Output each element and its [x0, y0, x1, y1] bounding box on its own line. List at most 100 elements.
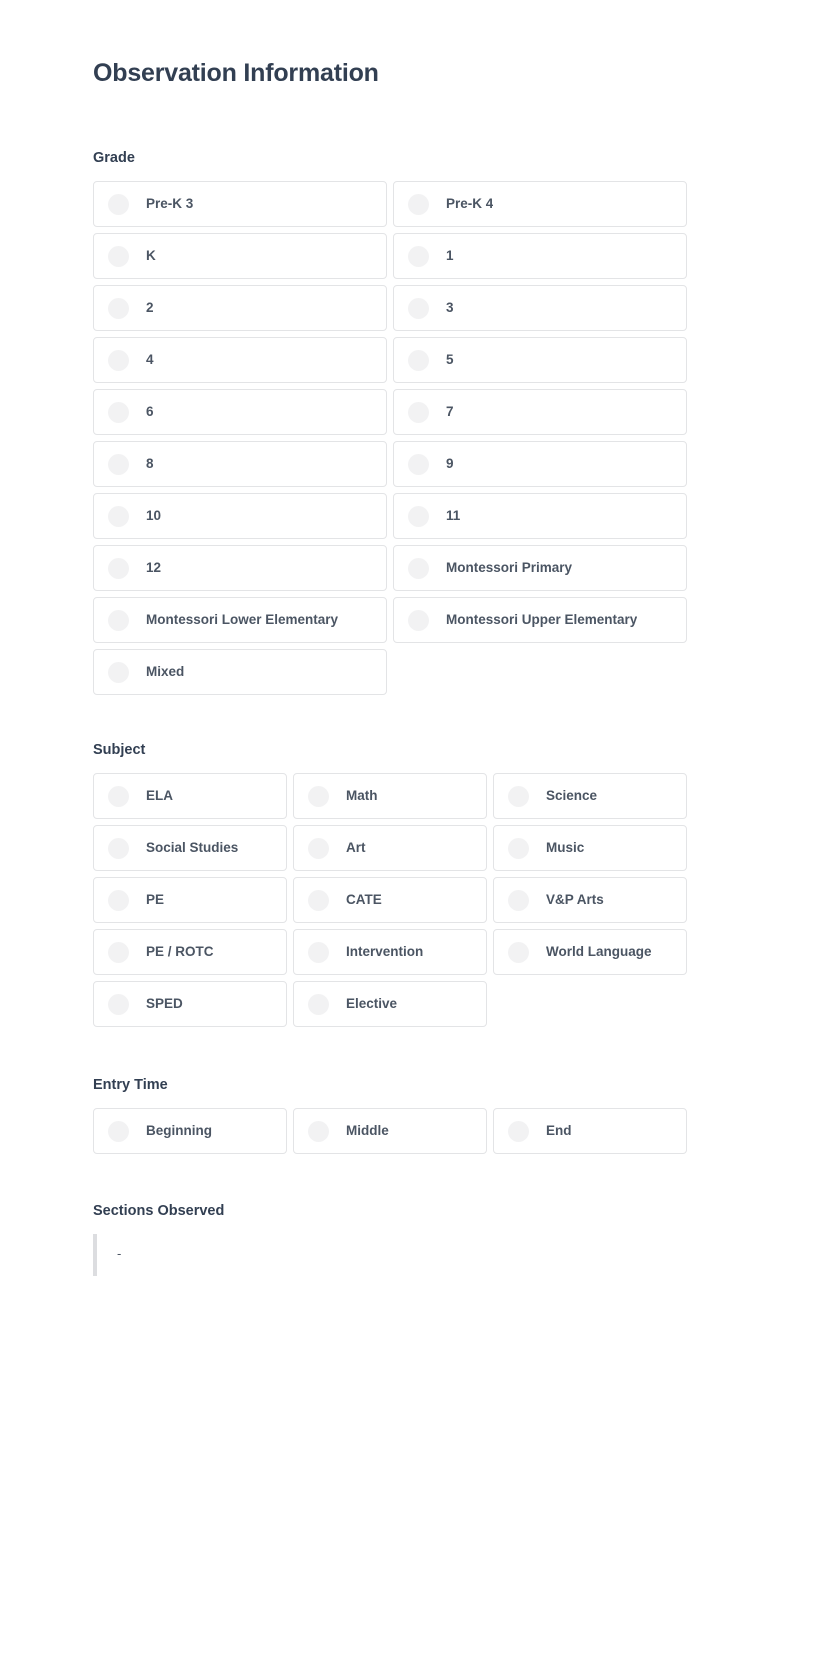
- page-content: Observation Information Grade Pre-K 3 Pre…: [93, 0, 687, 1276]
- grade-option[interactable]: 7: [393, 389, 687, 435]
- radio-icon[interactable]: [108, 1120, 129, 1142]
- subject-option-label: Math: [346, 788, 378, 803]
- radio-icon[interactable]: [108, 609, 129, 631]
- sections-observed-section: Sections Observed -: [93, 1201, 687, 1276]
- radio-icon[interactable]: [108, 837, 129, 859]
- radio-icon[interactable]: [108, 785, 129, 807]
- subject-option[interactable]: Science: [493, 773, 687, 819]
- subject-option[interactable]: CATE: [293, 877, 487, 923]
- grade-option-label: 6: [146, 404, 154, 419]
- radio-icon[interactable]: [308, 993, 329, 1015]
- entry-time-option[interactable]: Middle: [293, 1108, 487, 1154]
- subject-option-label: Art: [346, 840, 366, 855]
- grade-option[interactable]: Pre-K 3: [93, 181, 387, 227]
- radio-icon[interactable]: [108, 941, 129, 963]
- radio-icon[interactable]: [408, 401, 429, 423]
- subject-option-label: World Language: [546, 944, 652, 959]
- subject-option[interactable]: Music: [493, 825, 687, 871]
- subject-option[interactable]: ELA: [93, 773, 287, 819]
- radio-icon[interactable]: [108, 505, 129, 527]
- radio-icon[interactable]: [108, 661, 129, 683]
- radio-icon[interactable]: [408, 245, 429, 267]
- radio-icon[interactable]: [108, 889, 129, 911]
- entry-time-option[interactable]: Beginning: [93, 1108, 287, 1154]
- subject-option[interactable]: Math: [293, 773, 487, 819]
- grade-option[interactable]: 4: [93, 337, 387, 383]
- radio-icon[interactable]: [408, 297, 429, 319]
- grade-option[interactable]: 6: [93, 389, 387, 435]
- sections-observed-quote: -: [93, 1234, 687, 1276]
- grade-option[interactable]: Montessori Lower Elementary: [93, 597, 387, 643]
- subject-section-label: Subject: [93, 742, 146, 758]
- subject-option[interactable]: Elective: [293, 981, 487, 1027]
- subject-option[interactable]: V&P Arts: [493, 877, 687, 923]
- grade-option[interactable]: 10: [93, 493, 387, 539]
- grade-option-label: 9: [446, 456, 454, 471]
- radio-icon[interactable]: [308, 889, 329, 911]
- sections-observed-value: -: [117, 1246, 122, 1261]
- radio-icon[interactable]: [108, 349, 129, 371]
- grade-option-label: Pre-K 4: [446, 196, 494, 211]
- grade-option-label: 11: [446, 508, 461, 523]
- grade-option-label: 1: [446, 248, 454, 263]
- grade-option[interactable]: 3: [393, 285, 687, 331]
- radio-icon[interactable]: [108, 297, 129, 319]
- radio-icon[interactable]: [508, 1120, 529, 1142]
- radio-icon[interactable]: [108, 193, 129, 215]
- radio-icon[interactable]: [508, 785, 529, 807]
- radio-icon[interactable]: [108, 245, 129, 267]
- radio-icon[interactable]: [408, 609, 429, 631]
- grade-option-label: 5: [446, 352, 454, 367]
- grade-option-label: 12: [146, 560, 162, 575]
- grade-section-label: Grade: [93, 150, 135, 166]
- subject-option[interactable]: PE: [93, 877, 287, 923]
- grade-option-label: 7: [446, 404, 454, 419]
- radio-icon[interactable]: [308, 837, 329, 859]
- grade-option[interactable]: 9: [393, 441, 687, 487]
- grade-option-label: 8: [146, 456, 154, 471]
- grade-option[interactable]: Pre-K 4: [393, 181, 687, 227]
- grade-option-label: 3: [446, 300, 454, 315]
- radio-icon[interactable]: [308, 941, 329, 963]
- grade-option[interactable]: 12: [93, 545, 387, 591]
- radio-icon[interactable]: [308, 785, 329, 807]
- grade-option[interactable]: 2: [93, 285, 387, 331]
- entry-time-option-label: Middle: [346, 1123, 389, 1138]
- radio-icon[interactable]: [308, 1120, 329, 1142]
- subject-option-label: Intervention: [346, 944, 424, 959]
- subject-option[interactable]: World Language: [493, 929, 687, 975]
- grade-option[interactable]: 11: [393, 493, 687, 539]
- grade-option[interactable]: Montessori Upper Elementary: [393, 597, 687, 643]
- subject-option[interactable]: Art: [293, 825, 487, 871]
- grade-option[interactable]: 8: [93, 441, 387, 487]
- radio-icon[interactable]: [508, 941, 529, 963]
- grade-option-label: K: [146, 248, 156, 263]
- subject-option-label: Elective: [346, 996, 398, 1011]
- grade-option[interactable]: Mixed: [93, 649, 387, 695]
- radio-icon[interactable]: [408, 505, 429, 527]
- radio-icon[interactable]: [408, 453, 429, 475]
- entry-time-option[interactable]: End: [493, 1108, 687, 1154]
- subject-option[interactable]: PE / ROTC: [93, 929, 287, 975]
- subject-option-label: V&P Arts: [546, 892, 604, 907]
- grade-option[interactable]: 1: [393, 233, 687, 279]
- subject-option[interactable]: Intervention: [293, 929, 487, 975]
- page-title: Observation Information: [93, 59, 379, 87]
- radio-icon[interactable]: [108, 557, 129, 579]
- subject-option[interactable]: SPED: [93, 981, 287, 1027]
- radio-icon[interactable]: [508, 889, 529, 911]
- radio-icon[interactable]: [408, 557, 429, 579]
- grade-option[interactable]: 5: [393, 337, 687, 383]
- entry-time-section: Entry Time Beginning Middle End: [93, 1075, 687, 1154]
- grade-option[interactable]: Montessori Primary: [393, 545, 687, 591]
- radio-icon[interactable]: [108, 401, 129, 423]
- subject-option-label: Science: [546, 788, 598, 803]
- radio-icon[interactable]: [108, 453, 129, 475]
- grade-option[interactable]: K: [93, 233, 387, 279]
- radio-icon[interactable]: [508, 837, 529, 859]
- radio-icon[interactable]: [108, 993, 129, 1015]
- radio-icon[interactable]: [408, 193, 429, 215]
- radio-icon[interactable]: [408, 349, 429, 371]
- subject-option[interactable]: Social Studies: [93, 825, 287, 871]
- subject-option-label: ELA: [146, 788, 173, 803]
